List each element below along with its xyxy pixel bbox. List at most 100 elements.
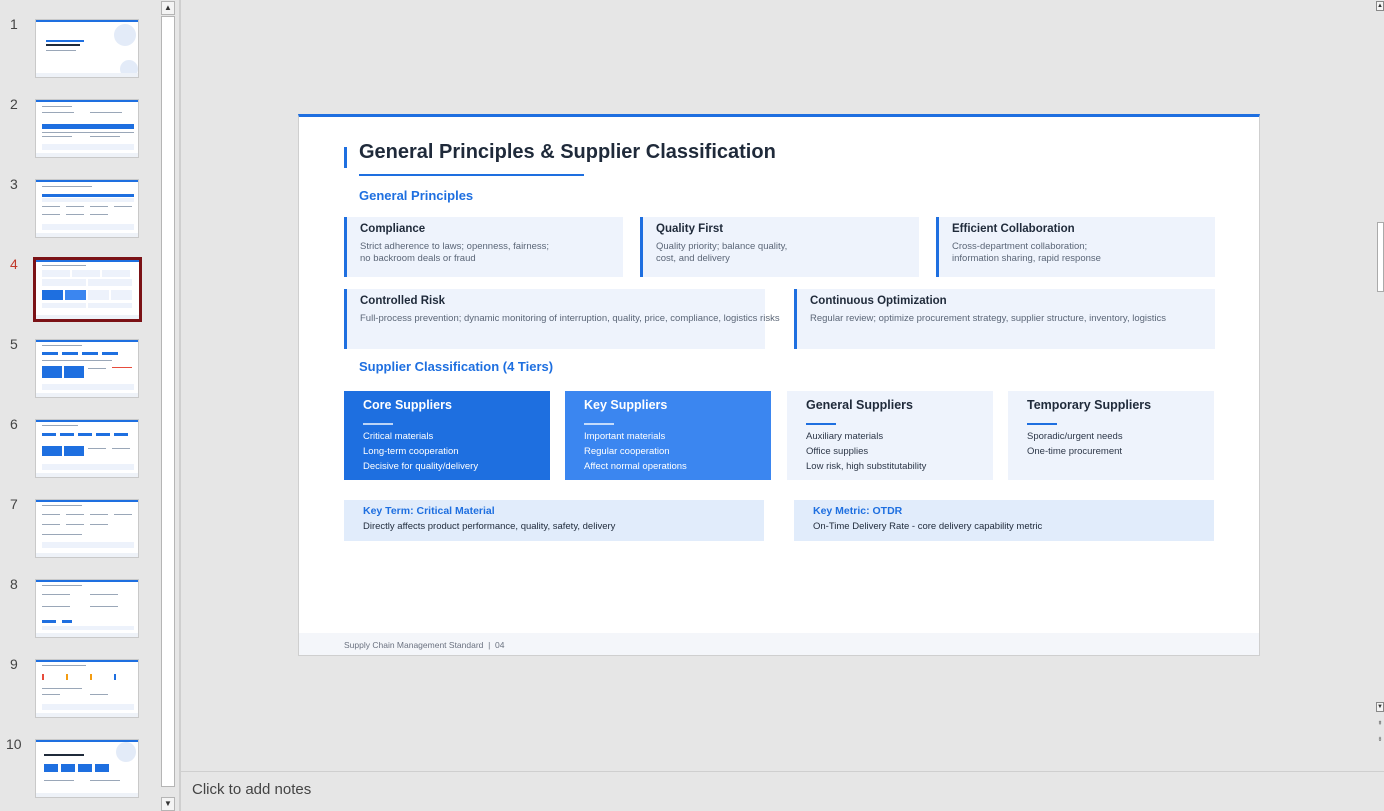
section-heading-classification: Supplier Classification (4 Tiers): [359, 359, 554, 374]
slide-thumbnail-2[interactable]: 2: [0, 96, 160, 159]
slide-preview: [35, 19, 139, 78]
tier-items: Important materials Regular cooperation …: [584, 429, 687, 474]
principle-title: Efficient Collaboration: [952, 223, 1075, 235]
tier-item: Long-term cooperation: [363, 446, 459, 457]
slide-preview: [35, 419, 139, 478]
scroll-up-icon[interactable]: ▲: [1376, 1, 1384, 11]
principle-desc: Strict adherence to laws; openness, fair…: [360, 241, 549, 265]
principle-desc: Regular review; optimize procurement str…: [810, 313, 1166, 325]
tier-title: Temporary Suppliers: [1027, 398, 1152, 412]
tier-title: Core Suppliers: [363, 398, 452, 412]
editor-scrollbar[interactable]: ▲ ▼ ⇞ ⇟: [1376, 0, 1384, 771]
tier-divider: [806, 423, 836, 425]
tier-item: Critical materials: [363, 431, 434, 442]
desc-line: no backroom deals or fraud: [360, 253, 476, 264]
tier-card-core: Core Suppliers Critical materials Long-t…: [344, 391, 550, 480]
previous-slide-icon[interactable]: ⇞: [1376, 720, 1384, 730]
key-metric-title: Key Metric: OTDR: [813, 505, 903, 517]
tier-item: Low risk, high substitutability: [806, 461, 927, 472]
slide-thumbnail-9[interactable]: 9: [0, 656, 160, 719]
desc-line: Regular review; optimize procurement str…: [810, 313, 1167, 324]
slide-number: 7: [10, 496, 18, 512]
slide-thumbnail-5[interactable]: 5: [0, 336, 160, 399]
desc-line: cost, and delivery: [656, 253, 730, 264]
slide-preview: [35, 739, 139, 798]
slide-preview: [35, 499, 139, 558]
slide-preview: [35, 99, 139, 158]
key-metric-card: Key Metric: OTDR On-Time Delivery Rate -…: [794, 500, 1214, 541]
principle-desc: Quality priority; balance quality, cost,…: [656, 241, 787, 265]
slide-thumbnail-3[interactable]: 3: [0, 176, 160, 239]
principle-title: Compliance: [360, 223, 426, 235]
tier-item: Decisive for quality/delivery: [363, 461, 479, 472]
slide-number: 3: [10, 176, 18, 192]
slide-number: 8: [10, 576, 18, 592]
scroll-down-icon[interactable]: ▼: [161, 797, 175, 811]
tier-item: Sporadic/urgent needs: [1027, 431, 1123, 442]
key-term-title: Key Term: Critical Material: [363, 505, 495, 517]
slide-title: General Principles & Supplier Classifica…: [359, 141, 776, 163]
slide-canvas[interactable]: General Principles & Supplier Classifica…: [298, 114, 1260, 656]
scroll-down-icon[interactable]: ▼: [1376, 702, 1384, 712]
thumbnail-scrollbar[interactable]: ▲ ▼: [160, 0, 177, 811]
desc-line: information sharing, rapid response: [952, 253, 1101, 264]
tier-item: One-time procurement: [1027, 446, 1123, 457]
slide-preview-selected: [33, 257, 142, 322]
slide-number: 5: [10, 336, 18, 352]
tier-card-key: Key Suppliers Important materials Regula…: [565, 391, 771, 480]
tier-items: Sporadic/urgent needs One-time procureme…: [1027, 429, 1123, 459]
principle-desc: Full-process prevention; dynamic monitor…: [360, 313, 780, 325]
slide-preview: [35, 339, 139, 398]
slide-preview: [35, 659, 139, 718]
principle-card: Continuous Optimization Regular review; …: [794, 289, 1215, 349]
key-term-desc: Directly affects product performance, qu…: [363, 521, 616, 532]
slide-footer: Supply Chain Management Standard | 04: [299, 633, 1259, 655]
scrollbar-thumb[interactable]: [161, 16, 175, 787]
slide-number: 4: [10, 256, 18, 272]
tier-divider: [1027, 423, 1057, 425]
scrollbar-thumb[interactable]: [1377, 222, 1384, 292]
principle-card: Quality First Quality priority; balance …: [640, 217, 919, 277]
key-term-card: Key Term: Critical Material Directly aff…: [344, 500, 764, 541]
tier-divider: [584, 423, 614, 425]
section-heading-principles: General Principles: [359, 188, 474, 203]
tier-item: Important materials: [584, 431, 666, 442]
scroll-up-icon[interactable]: ▲: [161, 1, 175, 15]
tier-divider: [363, 423, 393, 425]
principle-card: Compliance Strict adherence to laws; ope…: [344, 217, 623, 277]
notes-placeholder[interactable]: Click to add notes: [192, 781, 311, 798]
key-metric-desc: On-Time Delivery Rate - core delivery ca…: [813, 521, 1043, 532]
desc-line: Strict adherence to laws; openness, fair…: [360, 241, 550, 252]
tier-item: Auxiliary materials: [806, 431, 884, 442]
slide-thumbnail-8[interactable]: 8: [0, 576, 160, 639]
title-accent-bar: [344, 147, 347, 168]
title-underline: [359, 174, 584, 176]
principle-title: Quality First: [656, 223, 724, 235]
slide-thumbnail-4[interactable]: 4: [0, 256, 160, 322]
tier-card-general: General Suppliers Auxiliary materials Of…: [787, 391, 993, 480]
slide-thumbnail-7[interactable]: 7: [0, 496, 160, 559]
slide-number: 1: [10, 16, 18, 32]
slide-thumbnail-pane: 1 2 3 4 5 6 7 8 9 10: [0, 0, 160, 811]
desc-line: Full-process prevention; dynamic monitor…: [360, 313, 780, 324]
tier-item: Regular cooperation: [584, 446, 670, 457]
principle-desc: Cross-department collaboration; informat…: [952, 241, 1101, 265]
slide-number: 9: [10, 656, 18, 672]
slide-thumbnail-1[interactable]: 1: [0, 16, 160, 79]
principle-title: Continuous Optimization: [810, 295, 947, 307]
tier-items: Auxiliary materials Office supplies Low …: [806, 429, 926, 474]
principle-title: Controlled Risk: [360, 295, 445, 307]
next-slide-icon[interactable]: ⇟: [1376, 736, 1384, 746]
slide-thumbnail-10[interactable]: 10: [0, 736, 160, 799]
slide-preview: [35, 179, 139, 238]
slide-number: 6: [10, 416, 18, 432]
desc-line: Quality priority; balance quality,: [656, 241, 788, 252]
tier-item: Office supplies: [806, 446, 869, 457]
slide-thumbnail-6[interactable]: 6: [0, 416, 160, 479]
desc-line: Cross-department collaboration;: [952, 241, 1088, 252]
notes-pane[interactable]: Click to add notes: [181, 771, 1384, 811]
tier-title: General Suppliers: [806, 398, 913, 412]
principle-card: Controlled Risk Full-process prevention;…: [344, 289, 780, 349]
tier-items: Critical materials Long-term cooperation…: [363, 429, 478, 474]
slide-preview: [35, 579, 139, 638]
